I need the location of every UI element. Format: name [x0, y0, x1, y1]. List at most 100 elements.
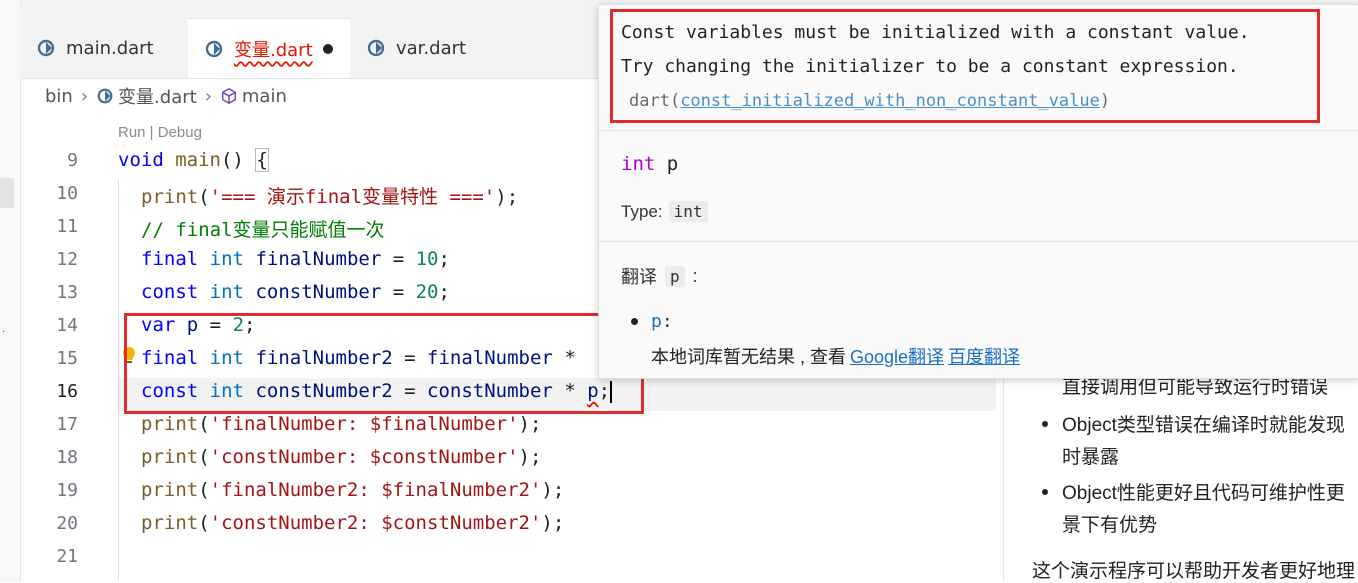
- translate-term: p: [665, 265, 685, 287]
- editor-tab-bar: main.dart 变量.dart var.dart: [20, 6, 600, 79]
- line-number: 10: [56, 183, 78, 204]
- code-line-20[interactable]: print('constNumber2: $constNumber2');: [141, 512, 564, 534]
- translate-word: p:: [651, 311, 673, 332]
- line-number: 9: [67, 150, 78, 171]
- divider: [599, 130, 1358, 131]
- code-line-10[interactable]: print('=== 演示final变量特性 ===');: [141, 182, 518, 209]
- code-text: );: [518, 446, 542, 468]
- code-text: =: [381, 248, 416, 270]
- code-line-13[interactable]: const int constNumber = 20;: [141, 281, 450, 303]
- code-text: ;: [438, 281, 450, 303]
- function-name: print: [141, 479, 199, 501]
- keyword: const: [141, 281, 199, 303]
- function-name: print: [141, 512, 199, 534]
- variable-name: finalNumber: [255, 248, 382, 270]
- gutter-dot: .: [2, 324, 6, 335]
- code-line-19[interactable]: print('finalNumber2: $finalNumber2');: [141, 479, 564, 501]
- dart-file-icon: [205, 40, 223, 57]
- line-number: 19: [56, 480, 78, 501]
- type-label: Type:: [621, 201, 663, 221]
- line-number: 11: [56, 216, 78, 237]
- number-literal: 20: [415, 281, 439, 303]
- code-line-11[interactable]: // final变量只能赋值一次: [141, 215, 385, 242]
- line-number: 17: [56, 414, 78, 435]
- string-literal: 'finalNumber2: $finalNumber2': [209, 479, 542, 501]
- translate-result: 本地词库暂无结果 , 查看 Google翻译 百度翻译: [651, 343, 1020, 369]
- method-cube-icon: [221, 87, 236, 105]
- result-colon: :: [661, 311, 673, 332]
- indent-guide: [118, 180, 119, 580]
- function-name: print: [141, 446, 199, 468]
- code-text: );: [541, 479, 565, 501]
- chevron-right-icon: ›: [204, 85, 212, 107]
- code-line-18[interactable]: print('constNumber: $constNumber');: [141, 446, 541, 468]
- symbol-name: p: [655, 153, 679, 175]
- code-text: );: [518, 413, 542, 435]
- line-number: 13: [56, 282, 78, 303]
- function-name: print: [141, 186, 199, 208]
- code-text: (): [220, 149, 256, 171]
- tab-label: 变量.dart: [234, 39, 313, 61]
- hover-type: Type: int: [621, 201, 708, 222]
- string-literal: 'constNumber: $constNumber': [209, 446, 519, 468]
- code-line-9[interactable]: void main() {: [118, 148, 269, 172]
- baidu-translate-link[interactable]: 百度翻译: [948, 347, 1020, 367]
- codelens-run-debug[interactable]: Run | Debug: [118, 124, 202, 141]
- line-number: 12: [56, 249, 78, 270]
- dart-file-icon: [367, 39, 385, 57]
- function-name: print: [141, 413, 199, 435]
- result-word: p: [651, 311, 662, 332]
- panel-text: 景下有优势: [1062, 515, 1158, 536]
- code-text: ;: [438, 248, 450, 270]
- line-number: 21: [56, 546, 78, 567]
- matched-brace: {: [255, 148, 269, 172]
- line-number: 20: [56, 513, 78, 534]
- code-text: );: [495, 186, 519, 208]
- line-number: 14: [56, 315, 78, 336]
- code-text: =: [381, 281, 416, 303]
- comment: // final变量只能赋值一次: [141, 219, 385, 241]
- translate-header: 翻译 p:: [621, 263, 698, 289]
- type-name: int: [209, 281, 244, 303]
- breadcrumb-folder[interactable]: bin: [45, 86, 73, 107]
- tab-label: var.dart: [396, 37, 467, 59]
- type-name: int: [621, 153, 656, 175]
- code-line-12[interactable]: final int finalNumber = 10;: [141, 248, 450, 270]
- breadcrumb: bin › 变量.dart › main: [45, 82, 287, 110]
- dart-file-icon: [97, 88, 113, 104]
- annotation-box-diagnostic: [610, 9, 1320, 123]
- breadcrumb-symbol[interactable]: main: [242, 86, 287, 107]
- type-name: int: [209, 248, 244, 270]
- function-name: main: [175, 149, 221, 171]
- translate-colon: :: [692, 265, 698, 286]
- breadcrumb-file[interactable]: 变量.dart: [118, 83, 197, 109]
- panel-text: 这个演示程序可以帮助开发者更好地理: [1032, 561, 1356, 582]
- string-literal: 'constNumber2: $constNumber2': [209, 512, 542, 534]
- google-translate-link[interactable]: Google翻译: [850, 347, 944, 367]
- dart-file-icon: [37, 39, 55, 57]
- tab-bianliang-dart[interactable]: 变量.dart: [188, 18, 350, 78]
- markdown-preview-panel: 直接调用但可能导致运行时错误 Object类型错误在编译时就能发现 时暴露 Ob…: [1003, 370, 1358, 582]
- line-number: 18: [56, 447, 78, 468]
- activity-gutter: [0, 0, 21, 582]
- chevron-right-icon: ›: [80, 85, 89, 107]
- result-text: 本地词库暂无结果 , 查看: [651, 347, 847, 367]
- bullet-dot: [631, 318, 638, 325]
- type-chip: int: [668, 201, 708, 222]
- line-number: 15: [56, 348, 78, 369]
- annotation-box-code: [124, 313, 644, 414]
- tab-var-dart[interactable]: var.dart: [366, 18, 516, 78]
- unsaved-dot-icon[interactable]: [322, 43, 333, 54]
- gutter-marker: [0, 178, 14, 208]
- code-line-17[interactable]: print('finalNumber: $finalNumber');: [141, 413, 541, 435]
- divider: [599, 241, 1358, 242]
- string-literal: 'finalNumber: $finalNumber': [209, 413, 519, 435]
- number-literal: 10: [415, 248, 439, 270]
- string-literal: '=== 演示final变量特性 ===': [209, 186, 496, 208]
- bullet-dot: [1042, 489, 1048, 495]
- keyword: final: [141, 248, 199, 270]
- panel-text: 时暴露: [1062, 447, 1120, 468]
- tab-main-dart[interactable]: main.dart: [36, 18, 186, 78]
- tab-label: main.dart: [66, 37, 154, 59]
- translate-label: 翻译: [621, 267, 657, 287]
